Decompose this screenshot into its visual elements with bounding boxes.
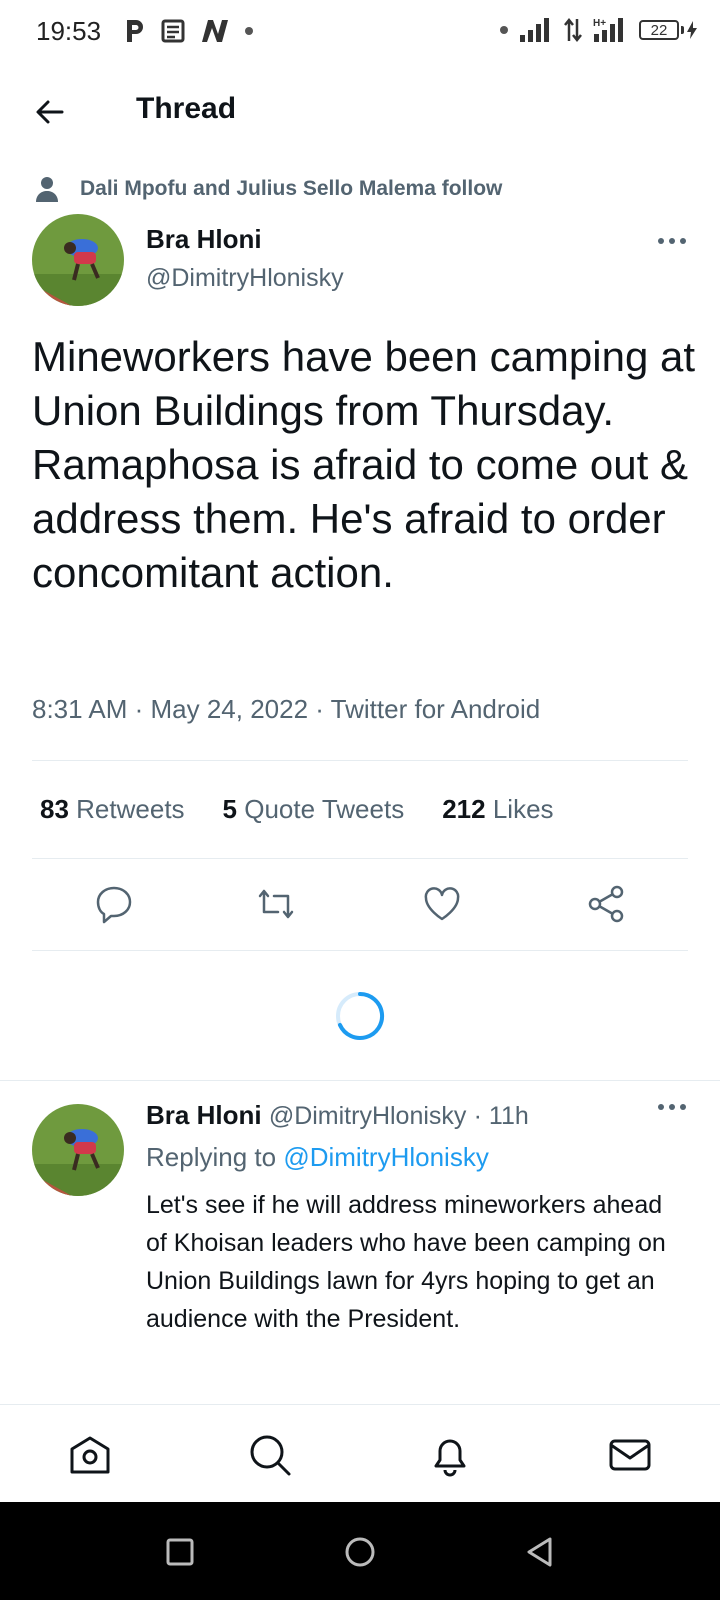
reply-header: Bra Hloni @DimitryHlonisky · 11h bbox=[146, 1100, 529, 1131]
reply-author-handle[interactable]: @DimitryHlonisky bbox=[269, 1102, 467, 1130]
share-icon[interactable] bbox=[586, 884, 626, 924]
loading-spinner-icon bbox=[336, 991, 385, 1040]
reply-text: Let's see if he will address mineworkers… bbox=[146, 1191, 666, 1333]
dot-icon bbox=[500, 26, 508, 34]
search-icon[interactable] bbox=[248, 1433, 292, 1477]
person-icon bbox=[36, 177, 58, 202]
status-right-icons: H+ 22 bbox=[499, 16, 698, 44]
author-name[interactable]: Bra Hloni bbox=[146, 224, 262, 255]
tweet-stats: 83 Retweets 5 Quote Tweets 212 Likes bbox=[40, 794, 554, 825]
tweet-actions bbox=[0, 860, 720, 950]
bottom-navigation bbox=[0, 1404, 720, 1503]
reply-time: · 11h bbox=[473, 1102, 529, 1130]
n-app-icon bbox=[202, 20, 228, 42]
status-time: 19:53 bbox=[36, 16, 102, 46]
author-handle[interactable]: @DimitryHlonisky bbox=[146, 264, 344, 293]
divider bbox=[32, 950, 688, 951]
quotes-count: 5 bbox=[222, 794, 238, 824]
author-avatar[interactable] bbox=[32, 214, 124, 306]
social-context-text: Dali Mpofu and Julius Sello Malema follo… bbox=[80, 177, 503, 200]
retweet-icon[interactable] bbox=[256, 884, 296, 924]
svg-text:H+: H+ bbox=[593, 18, 606, 29]
back-triangle-icon[interactable] bbox=[524, 1536, 556, 1568]
reply-icon[interactable] bbox=[94, 884, 134, 924]
h-plus-signal-icon: H+ bbox=[593, 18, 623, 42]
battery-indicator: 22 bbox=[639, 20, 698, 40]
news-icon bbox=[161, 19, 185, 43]
likes-label: Likes bbox=[492, 794, 554, 824]
reply-author-name[interactable]: Bra Hloni bbox=[146, 1100, 262, 1130]
divider bbox=[32, 760, 688, 761]
quotes-label: Quote Tweets bbox=[244, 794, 405, 824]
home-icon[interactable] bbox=[68, 1433, 112, 1477]
battery-tip bbox=[681, 26, 684, 34]
retweets-count: 83 bbox=[40, 794, 69, 824]
tweet-text: Mineworkers have been camping at Union B… bbox=[32, 333, 696, 596]
replying-to-link[interactable]: @DimitryHlonisky bbox=[283, 1142, 489, 1172]
tweet-meta: 8:31 AM · May 24, 2022 · Twitter for And… bbox=[32, 694, 541, 724]
recents-square-icon[interactable] bbox=[164, 1536, 196, 1568]
avatar-image bbox=[32, 1104, 124, 1196]
divider bbox=[32, 858, 688, 859]
quotes-stat[interactable]: 5 Quote Tweets bbox=[223, 794, 405, 825]
retweets-label: Retweets bbox=[76, 794, 185, 824]
charging-bolt-icon bbox=[687, 21, 697, 39]
thread-header: Thread bbox=[0, 64, 720, 160]
home-circle-icon[interactable] bbox=[344, 1536, 376, 1568]
avatar-image bbox=[32, 214, 124, 306]
section-separator bbox=[0, 1080, 720, 1081]
notifications-icon[interactable] bbox=[428, 1433, 472, 1477]
status-left-icons bbox=[124, 18, 254, 44]
back-arrow-icon[interactable] bbox=[32, 94, 68, 130]
messages-icon[interactable] bbox=[608, 1433, 652, 1477]
replying-to-prefix: Replying to bbox=[146, 1142, 277, 1172]
more-options-icon[interactable] bbox=[656, 234, 688, 248]
status-bar: 19:53 H+ 22 bbox=[0, 0, 720, 64]
likes-stat[interactable]: 212 Likes bbox=[442, 794, 553, 825]
replying-to: Replying to @DimitryHlonisky bbox=[146, 1142, 489, 1173]
likes-count: 212 bbox=[442, 794, 486, 824]
page-title: Thread bbox=[136, 92, 237, 125]
social-context[interactable]: Dali Mpofu and Julius Sello Malema follo… bbox=[36, 176, 502, 202]
data-arrows-icon bbox=[564, 17, 582, 43]
p-app-icon bbox=[127, 20, 143, 42]
reply-more-options-icon[interactable] bbox=[656, 1100, 688, 1114]
like-icon[interactable] bbox=[422, 884, 462, 924]
reply-author-avatar[interactable] bbox=[32, 1104, 124, 1196]
system-navigation-bar bbox=[0, 1502, 720, 1600]
retweets-stat[interactable]: 83 Retweets bbox=[40, 794, 185, 825]
battery-level: 22 bbox=[639, 20, 679, 40]
dot-icon bbox=[245, 27, 253, 35]
signal-icon bbox=[520, 18, 549, 42]
